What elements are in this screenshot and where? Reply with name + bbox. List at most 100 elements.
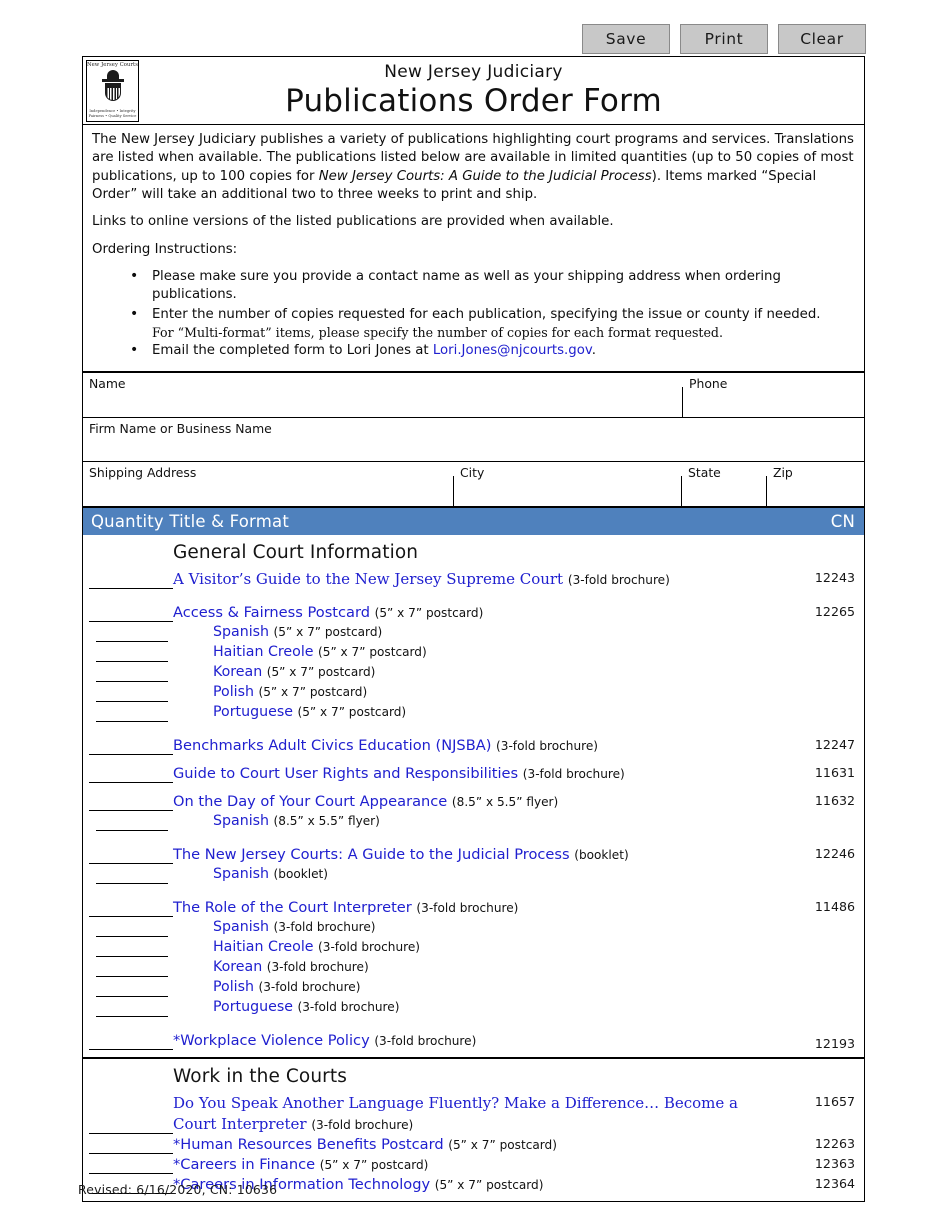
quantity-input[interactable] (96, 956, 168, 958)
agency-subtitle: New Jersey Judiciary (384, 62, 563, 82)
publication-title-link[interactable]: Spanish (213, 624, 269, 640)
city-field[interactable]: City (453, 462, 682, 506)
intro-paragraph-2: Links to online versions of the listed p… (92, 214, 614, 230)
publication-title-link[interactable]: Haitian Creole (213, 939, 314, 955)
save-button[interactable]: Save (582, 24, 670, 54)
quantity-input[interactable] (89, 916, 173, 918)
publication-title-link[interactable]: The Role of the Court Interpreter (173, 899, 412, 916)
publication-title-link[interactable]: The New Jersey Courts: A Guide to the Ju… (173, 846, 570, 863)
quantity-input[interactable] (89, 1049, 173, 1051)
publication-title-link[interactable]: Do You Speak Another Language Fluently? … (173, 1094, 738, 1133)
clear-button[interactable]: Clear (778, 24, 866, 54)
quantity-input[interactable] (89, 587, 173, 589)
quantity-input[interactable] (89, 1132, 173, 1134)
publications-order-form-page: Save Print Clear New Jersey Courts Indep… (0, 0, 950, 1230)
publication-format: (5” x 7” postcard) (258, 684, 368, 699)
ordering-instructions-list: Please make sure you provide a contact n… (92, 267, 855, 361)
revised-footnote: Revised: 6/16/2020, CN: 10636 (78, 1182, 278, 1197)
publication-title-link[interactable]: *Human Resources Benefits Postcard (173, 1136, 444, 1153)
publication-format: (booklet) (273, 867, 329, 882)
quantity-input[interactable] (96, 976, 168, 978)
publication-row: Spanish (booklet) (83, 865, 864, 885)
publication-format: (5” x 7” postcard) (448, 1137, 557, 1152)
publication-title-format: Do You Speak Another Language Fluently? … (83, 1093, 864, 1134)
publication-title-link[interactable]: Spanish (213, 813, 269, 829)
publication-title-link[interactable]: Spanish (213, 866, 269, 882)
quantity-input[interactable] (89, 810, 173, 811)
publication-row: Portuguese (5” x 7” postcard) (83, 703, 864, 723)
form-frame: New Jersey Courts Independence • Integri… (82, 56, 865, 1203)
publication-cn: 11631 (814, 764, 855, 780)
publication-title-link[interactable]: On the Day of Your Court Appearance (173, 793, 447, 810)
publication-title-link[interactable]: A Visitor’s Guide to the New Jersey Supr… (173, 570, 563, 588)
publication-format: (8.5” x 5.5” flyer) (451, 794, 559, 809)
publication-format: (5” x 7” postcard) (266, 664, 376, 679)
email-link[interactable]: Lori.Jones@njcourts.gov (433, 343, 592, 358)
publication-row: Benchmarks Adult Civics Education (NJSBA… (83, 736, 864, 756)
zip-field[interactable]: Zip (766, 462, 864, 506)
publications-table-body: General Court Information A Visitor’s Gui… (83, 535, 864, 1201)
section-title: General Court Information (173, 541, 419, 563)
row-spacer (83, 832, 864, 845)
shipping-address-field[interactable]: Shipping Address (83, 462, 454, 506)
publication-cn: 11486 (814, 899, 855, 915)
intro-p1-italic-title: New Jersey Courts: A Guide to the Judici… (318, 168, 652, 184)
quantity-input[interactable] (96, 640, 168, 642)
state-field[interactable]: State (681, 462, 767, 506)
publication-title-link[interactable]: Portuguese (213, 704, 293, 720)
publication-title-link[interactable]: Korean (213, 959, 262, 975)
quantity-input[interactable] (96, 1016, 168, 1018)
publication-title-format: Portuguese (5” x 7” postcard) (83, 703, 864, 723)
publication-title-link[interactable]: Portuguese (213, 999, 293, 1015)
row-spacer (83, 723, 864, 736)
quantity-input[interactable] (89, 863, 173, 865)
quantity-input[interactable] (96, 700, 168, 702)
quantity-input[interactable] (96, 936, 168, 938)
publication-title-link[interactable]: Haitian Creole (213, 644, 314, 660)
firm-name-field[interactable]: Firm Name or Business Name (83, 418, 864, 461)
publication-row: A Visitor’s Guide to the New Jersey Supr… (83, 569, 864, 590)
zip-label: Zip (773, 464, 793, 480)
print-button[interactable]: Print (680, 24, 768, 54)
instruction-bullet-2-sub: For “Multi-format” items, please specify… (152, 325, 723, 341)
publication-title-format: *Human Resources Benefits Postcard (5” x… (83, 1135, 864, 1155)
quantity-input[interactable] (96, 996, 168, 998)
publications-table-header: Quantity Title & Format CN (83, 507, 864, 535)
quantity-input[interactable] (96, 883, 168, 885)
quantity-input[interactable] (96, 660, 168, 662)
form-header: New Jersey Courts Independence • Integri… (83, 57, 864, 125)
quantity-input[interactable] (96, 830, 168, 831)
publication-title-link[interactable]: Spanish (213, 919, 269, 935)
quantity-input[interactable] (89, 1152, 173, 1154)
ordering-instructions-heading: Ordering Instructions: (92, 241, 238, 257)
publication-title-link[interactable]: Polish (213, 979, 254, 995)
column-header-cn: CN (830, 511, 855, 531)
quantity-input[interactable] (96, 720, 168, 722)
section-title: Work in the Courts (173, 1066, 347, 1088)
row-spacer (83, 1018, 864, 1031)
publication-format: (8.5” x 5.5” flyer) (273, 814, 380, 828)
quantity-input[interactable] (89, 620, 173, 622)
logo-top-text: New Jersey Courts (87, 62, 138, 68)
publication-title-link[interactable]: *Workplace Violence Policy (173, 1032, 370, 1049)
publication-title-link[interactable]: *Careers in Finance (173, 1156, 315, 1173)
publications-section: General Court Information A Visitor’s Gui… (83, 535, 864, 1058)
quantity-input[interactable] (89, 1173, 173, 1174)
publication-title-link[interactable]: Guide to Court User Rights and Responsib… (173, 765, 518, 782)
city-label: City (460, 464, 485, 480)
publication-row: Access & Fairness Postcard (5” x 7” post… (83, 603, 864, 623)
name-field[interactable]: Name (83, 373, 683, 417)
publication-title-link[interactable]: Korean (213, 664, 262, 680)
publication-title-link[interactable]: Benchmarks Adult Civics Education (NJSBA… (173, 737, 491, 754)
quantity-input[interactable] (89, 753, 173, 755)
quantity-input[interactable] (89, 781, 173, 783)
phone-field[interactable]: Phone (682, 373, 864, 417)
quantity-input[interactable] (96, 680, 168, 682)
publication-title-link[interactable]: Access & Fairness Postcard (173, 604, 370, 621)
publication-title-link[interactable]: Polish (213, 684, 254, 700)
instruction-bullet-3-b: . (591, 343, 596, 359)
publication-row: Haitian Creole (5” x 7” postcard) (83, 643, 864, 663)
publication-format: (5” x 7” postcard) (319, 1157, 429, 1172)
publication-row: Spanish (5” x 7” postcard) (83, 623, 864, 643)
publication-format: (booklet) (574, 848, 629, 862)
